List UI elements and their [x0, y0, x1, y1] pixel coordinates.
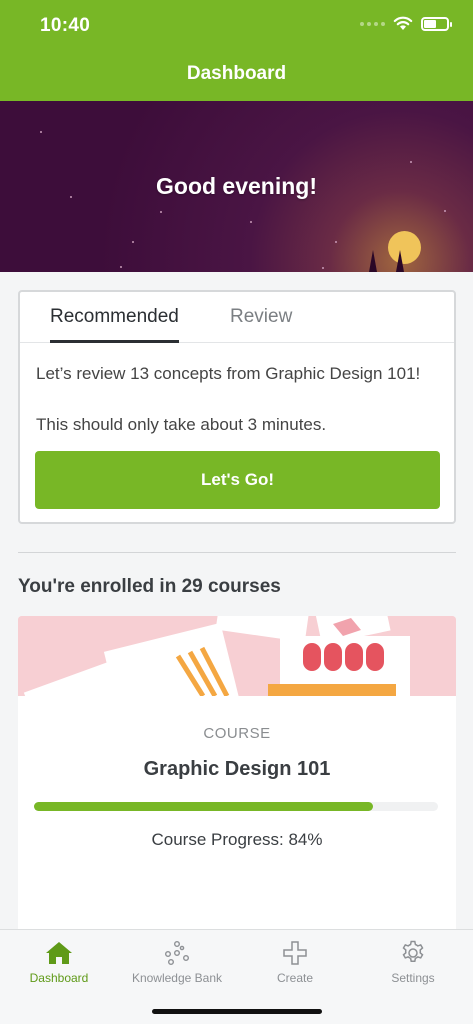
home-icon — [46, 942, 72, 964]
wifi-icon — [393, 16, 413, 30]
status-time: 10:40 — [40, 15, 91, 36]
tab-review[interactable]: Review — [230, 306, 292, 340]
cellular-signal-icon — [360, 21, 385, 26]
recommended-card: Recommended Review Let’s review 13 conce… — [18, 290, 456, 524]
nav-create-label: Create — [276, 971, 314, 985]
greeting-banner: Good evening! — [0, 101, 473, 272]
moon-icon — [388, 231, 421, 264]
course-progress-bar — [34, 802, 438, 811]
section-divider — [18, 552, 456, 553]
top-bar: 10:40 Dashboard — [0, 0, 473, 101]
nav-knowledge-bank-label: Knowledge Bank — [131, 971, 223, 985]
greeting-text: Good evening! — [156, 173, 317, 199]
plus-icon — [283, 941, 307, 965]
battery-icon — [421, 16, 452, 31]
page-title: Dashboard — [186, 63, 287, 84]
tab-bar: Recommended Review — [20, 292, 454, 343]
nav-settings-label: Settings — [391, 971, 435, 985]
graphic-design-illustration — [18, 616, 456, 696]
course-progress-fill — [34, 802, 374, 811]
nav-settings[interactable]: Settings — [354, 930, 472, 1000]
nav-dashboard-label: Dashboard — [29, 971, 89, 985]
enrolled-count-heading: You're enrolled in 29 courses — [18, 576, 281, 597]
course-banner-illustration — [18, 616, 456, 696]
review-duration-text: This should only take about 3 minutes. — [36, 415, 327, 434]
review-summary-text: Let’s review 13 concepts from Graphic De… — [36, 364, 421, 383]
course-title: Graphic Design 101 — [143, 758, 331, 780]
tab-recommended[interactable]: Recommended — [50, 306, 179, 343]
nav-dashboard[interactable]: Dashboard — [0, 930, 118, 1000]
status-icons — [360, 16, 452, 31]
gear-icon — [402, 940, 424, 963]
nav-create[interactable]: Create — [236, 930, 354, 1000]
course-type-label: COURSE — [203, 725, 271, 742]
dots-cluster-icon — [165, 941, 190, 966]
home-indicator — [152, 1009, 322, 1014]
nav-knowledge-bank[interactable]: Knowledge Bank — [118, 930, 236, 1000]
course-progress-text: Course Progress: 84% — [151, 830, 323, 849]
course-card[interactable]: COURSE Graphic Design 101 Course Progres… — [18, 616, 456, 936]
lets-go-button[interactable]: Let's Go! — [35, 451, 440, 509]
